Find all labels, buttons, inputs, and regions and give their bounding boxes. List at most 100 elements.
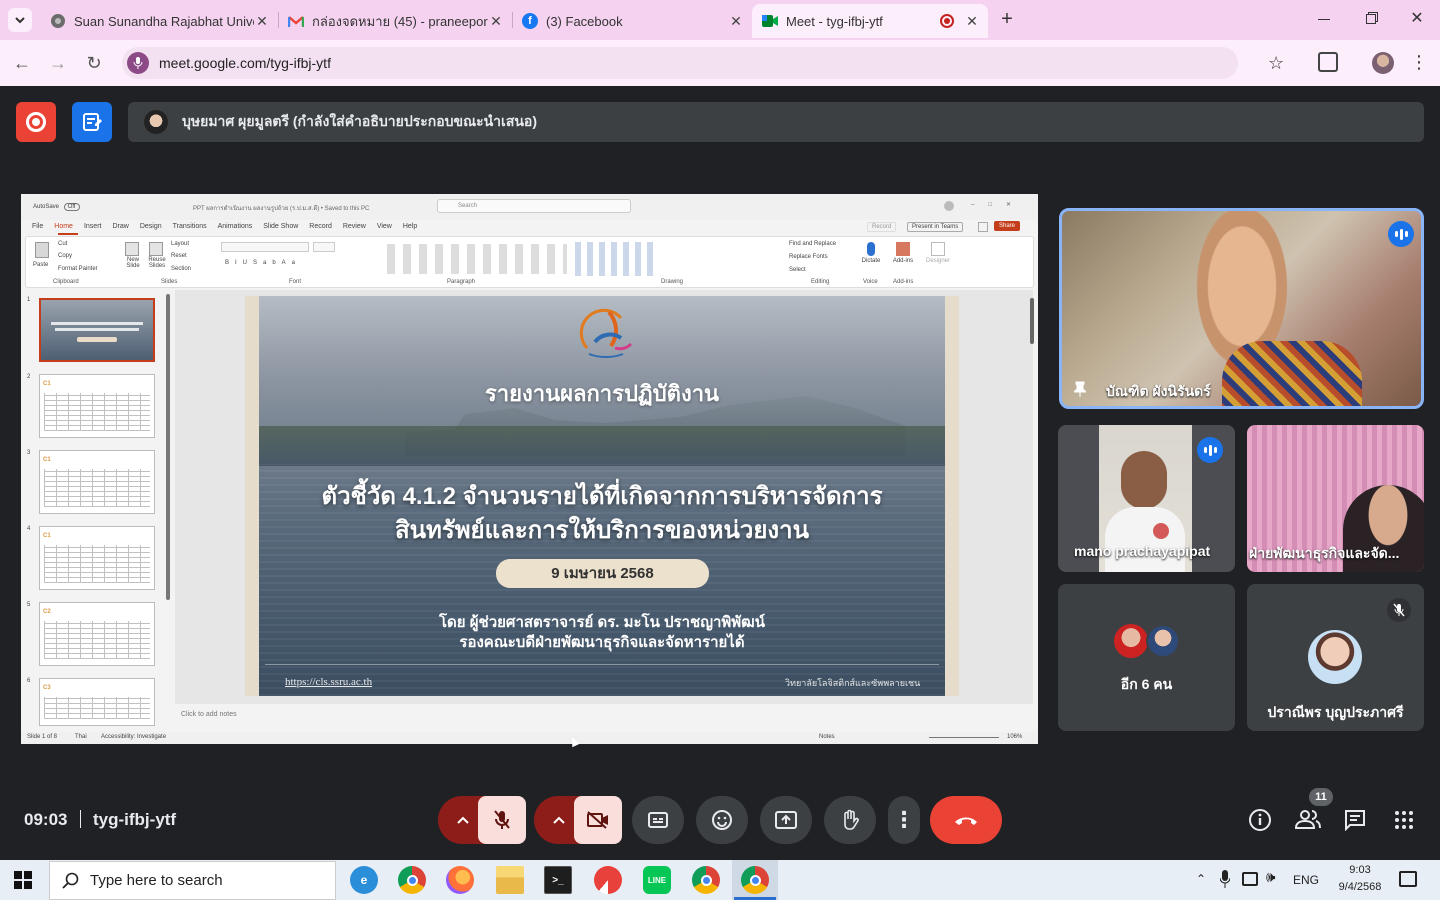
network-icon[interactable] [1242, 872, 1258, 886]
present-screen-button[interactable] [760, 796, 812, 844]
chrome-active-icon[interactable] [741, 866, 769, 894]
participant-tile-others[interactable]: อีก 6 คน [1058, 584, 1235, 731]
accessibility-status[interactable]: Accessibility: Investigate [101, 734, 166, 740]
camera-toggle[interactable] [574, 796, 622, 844]
close-icon[interactable]: ✕ [254, 13, 270, 30]
slide-thumbnail[interactable]: C3 [39, 678, 155, 726]
notifications-icon[interactable] [1399, 871, 1417, 887]
close-icon[interactable]: ✕ [728, 13, 744, 30]
autosave-toggle[interactable]: AutoSave Off [33, 203, 80, 211]
line-app-icon[interactable]: LINE [643, 866, 671, 894]
ppt-search-box[interactable]: Search [437, 199, 631, 213]
chrome-icon[interactable] [398, 866, 426, 894]
participant-tile[interactable]: ปราณีพร บุญประภาศรี [1247, 584, 1424, 731]
show-hidden-icons[interactable]: ⌃ [1196, 872, 1206, 886]
notes-toggle[interactable]: Notes [819, 734, 835, 740]
taskbar-mic-icon[interactable] [1219, 870, 1231, 888]
designer-button[interactable]: Designer [923, 240, 953, 264]
notes-button[interactable] [72, 102, 112, 142]
slide-thumbnail[interactable]: C1 [39, 526, 155, 590]
chat-button[interactable] [1344, 809, 1368, 832]
ppt-menu-item[interactable]: Slide Show [263, 223, 298, 230]
start-button[interactable] [14, 871, 32, 889]
new-tab-button[interactable]: + [996, 8, 1018, 32]
profile-avatar[interactable] [1372, 52, 1394, 74]
ppt-menu-item[interactable]: Transitions [173, 223, 207, 230]
reactions-button[interactable] [696, 796, 748, 844]
file-explorer-icon[interactable] [496, 866, 524, 894]
participant-tile[interactable]: ฝ่ายพัฒนาธุรกิจและจัด... [1247, 425, 1424, 572]
close-window-button[interactable]: ✕ [1404, 8, 1430, 32]
restore-button[interactable] [1358, 10, 1384, 30]
thumbnail-scrollbar[interactable] [166, 294, 170, 600]
site-info-icon[interactable] [127, 52, 149, 74]
tab-ssru[interactable]: Suan Sunandha Rajabhat Unive ✕ [40, 4, 278, 38]
slide-scrollbar[interactable] [1030, 298, 1034, 344]
notes-pane[interactable]: Click to add notes [181, 711, 237, 718]
clock-date[interactable]: 9/4/2568 [1330, 881, 1390, 893]
participant-tile[interactable]: mano prachayapipat [1058, 425, 1235, 572]
edge-legacy-icon[interactable]: e [350, 866, 378, 894]
app-swirl-icon[interactable] [594, 866, 622, 894]
chrome-profile-icon[interactable] [692, 866, 720, 894]
address-bar[interactable]: meet.google.com/tyg-ifbj-ytf [122, 47, 1238, 79]
dictate-button[interactable]: Dictate [859, 240, 883, 264]
volume-icon[interactable]: 🕪 [1266, 869, 1275, 886]
ppt-user-avatar[interactable] [944, 201, 954, 211]
input-language[interactable]: ENG [1293, 873, 1319, 887]
share-button[interactable]: Share [994, 221, 1021, 231]
participant-tile-pinned[interactable]: บัณฑิต ผังนิรันดร์ [1059, 208, 1424, 409]
microphone-toggle[interactable] [478, 796, 526, 844]
tab-search-button[interactable] [8, 8, 32, 32]
captions-button[interactable] [632, 796, 684, 844]
ppt-menu-item[interactable]: Record [309, 223, 332, 230]
raise-hand-button[interactable] [824, 796, 876, 844]
more-options-button[interactable]: ⋮ [888, 796, 920, 844]
tab-facebook[interactable]: f (3) Facebook ✕ [512, 4, 752, 38]
comments-button[interactable] [978, 222, 988, 232]
back-button[interactable]: ← [10, 52, 34, 74]
ppt-menu-item[interactable]: Review [343, 223, 366, 230]
forward-button[interactable]: → [46, 52, 70, 74]
ppt-menu-item[interactable]: Home [54, 223, 73, 230]
addins-button[interactable]: Add-ins [889, 240, 917, 264]
ppt-menu-item[interactable]: Draw [112, 223, 128, 230]
ppt-menu-item[interactable]: View [377, 223, 392, 230]
present-in-teams-button[interactable]: Present in Teams [907, 222, 964, 232]
ppt-menu-item[interactable]: Help [403, 223, 417, 230]
bookmark-star-icon[interactable]: ☆ [1268, 53, 1284, 74]
activities-button[interactable] [1394, 810, 1414, 830]
ppt-window-controls[interactable]: –□✕ [971, 201, 1025, 208]
ppt-menu-item[interactable]: Design [140, 223, 162, 230]
taskbar-search-box[interactable]: Type here to search [49, 861, 336, 900]
slide-thumbnail[interactable]: C1 [39, 450, 155, 514]
firefox-icon[interactable] [446, 866, 474, 894]
terminal-icon[interactable]: >_ [544, 866, 572, 894]
leave-call-button[interactable] [930, 796, 1002, 844]
ppt-menu-item[interactable]: Insert [84, 223, 102, 230]
record-button[interactable]: Record [867, 222, 897, 232]
current-slide[interactable]: รายงานผลการปฏิบัติงาน ตัวชี้วัด 4.1.2 จำ… [245, 296, 959, 696]
tab-gmail[interactable]: กล่องจดหมาย (45) - praneeporn.b ✕ [278, 4, 512, 38]
participant-shirt [1222, 341, 1362, 406]
extensions-icon[interactable] [1318, 52, 1338, 72]
people-button[interactable] [1294, 808, 1322, 832]
slide-thumbnail[interactable]: C1 [39, 374, 155, 438]
others-count: อีก 6 คน [1120, 676, 1173, 692]
browser-menu-icon[interactable]: ⋮ [1410, 52, 1428, 74]
slide-thumbnail[interactable]: C2 [39, 602, 155, 666]
zoom-level[interactable]: 106% [1007, 734, 1022, 740]
recording-button[interactable] [16, 102, 56, 142]
ppt-menu-item[interactable]: Animations [218, 223, 253, 230]
reload-button[interactable]: ↻ [82, 52, 106, 74]
clock-time[interactable]: 9:03 [1330, 864, 1390, 876]
close-icon[interactable]: ✕ [964, 13, 980, 30]
zoom-slider[interactable] [929, 737, 999, 738]
minimize-button[interactable] [1312, 10, 1338, 30]
ppt-menu-item[interactable]: File [32, 223, 43, 230]
tab-meet[interactable]: Meet - tyg-ifbj-ytf ✕ [752, 4, 988, 38]
slide-thumbnail[interactable] [39, 298, 155, 362]
meeting-details-button[interactable] [1248, 808, 1272, 832]
pin-icon[interactable] [1072, 381, 1088, 397]
close-icon[interactable]: ✕ [488, 13, 504, 30]
